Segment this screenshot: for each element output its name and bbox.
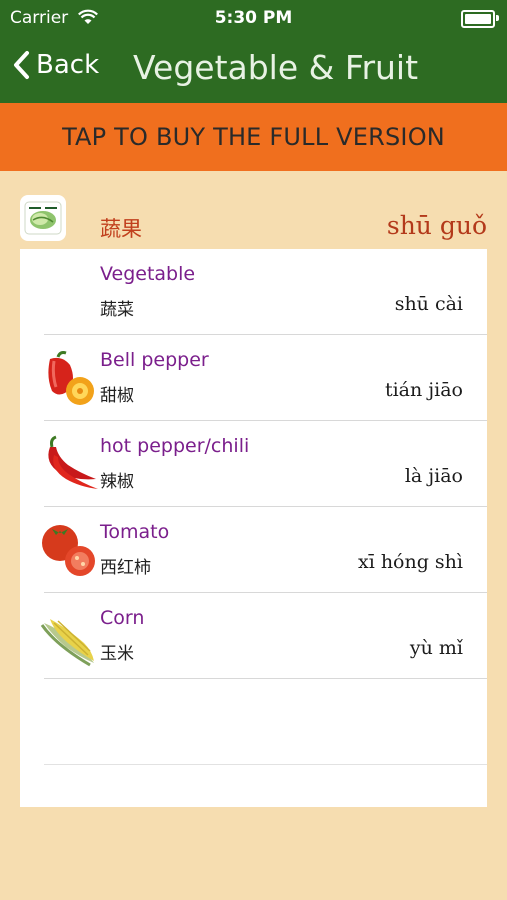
item-chinese: 甜椒 bbox=[100, 386, 134, 406]
item-pinyin: tián jiāo bbox=[384, 379, 463, 401]
item-pinyin: shū cài bbox=[394, 293, 463, 315]
bell-pepper-icon bbox=[48, 351, 94, 405]
corn-icon bbox=[40, 619, 94, 667]
status-time: 5:30 PM bbox=[214, 8, 293, 28]
item-pinyin: yù mǐ bbox=[409, 637, 463, 659]
list-item[interactable]: hot pepper/chili 辣椒 là jiāo bbox=[20, 421, 487, 507]
list-item[interactable]: Vegetable 蔬菜 shū cài bbox=[20, 249, 487, 335]
category-header: 蔬果 shū guǒ bbox=[0, 171, 507, 249]
item-chinese: 蔬菜 bbox=[100, 300, 134, 320]
status-bar: Carrier 5:30 PM bbox=[0, 0, 507, 36]
item-chinese: 西红柿 bbox=[100, 558, 151, 578]
row-divider bbox=[44, 764, 487, 765]
chili-pepper-icon bbox=[48, 435, 98, 489]
item-english: hot pepper/chili bbox=[100, 435, 250, 457]
vocabulary-list: Vegetable 蔬菜 shū cài Bell pepper 甜椒 tián… bbox=[20, 249, 487, 807]
list-item[interactable]: Bell pepper 甜椒 tián jiāo bbox=[20, 335, 487, 421]
page-title: Vegetable & Fruit bbox=[133, 48, 419, 87]
item-english: Corn bbox=[100, 607, 145, 629]
category-pinyin: shū guǒ bbox=[386, 211, 487, 240]
list-item[interactable]: Corn 玉米 yù mǐ bbox=[20, 593, 487, 679]
list-item[interactable]: Tomato 西红柿 xī hóng shì bbox=[20, 507, 487, 593]
item-pinyin: là jiāo bbox=[404, 465, 463, 487]
item-chinese: 玉米 bbox=[100, 644, 134, 664]
battery-icon bbox=[461, 10, 499, 28]
row-divider bbox=[44, 678, 487, 679]
back-button[interactable]: Back bbox=[12, 50, 99, 80]
item-english: Vegetable bbox=[100, 263, 196, 285]
item-pinyin: xī hóng shì bbox=[357, 551, 463, 573]
cabbage-icon bbox=[20, 195, 66, 241]
item-english: Bell pepper bbox=[100, 349, 209, 371]
tomato-icon bbox=[42, 525, 95, 576]
navigation-bar: Back Vegetable & Fruit bbox=[0, 36, 507, 103]
buy-full-version-label: TAP TO BUY THE FULL VERSION bbox=[62, 123, 445, 151]
back-label: Back bbox=[36, 50, 100, 80]
item-english: Tomato bbox=[100, 521, 170, 543]
chevron-left-icon bbox=[14, 51, 29, 79]
category-chinese: 蔬果 bbox=[100, 217, 142, 241]
buy-full-version-button[interactable]: TAP TO BUY THE FULL VERSION bbox=[0, 103, 507, 171]
item-chinese: 辣椒 bbox=[100, 472, 134, 492]
